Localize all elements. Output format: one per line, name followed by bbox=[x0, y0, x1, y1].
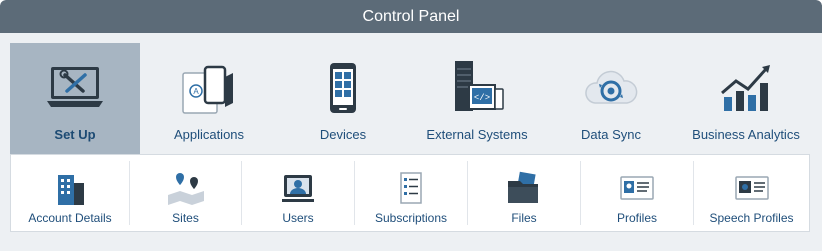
category-label: Business Analytics bbox=[692, 127, 800, 142]
subitem-label: Profiles bbox=[616, 211, 657, 225]
subitem-sites[interactable]: Sites bbox=[130, 155, 241, 231]
subitem-users[interactable]: Users bbox=[242, 155, 354, 231]
subitem-account-details[interactable]: Account Details bbox=[11, 155, 129, 231]
category-label: Data Sync bbox=[581, 127, 641, 142]
subitem-label: Files bbox=[511, 211, 537, 225]
subitem-files[interactable]: Files bbox=[468, 155, 580, 231]
subitem-label: Speech Profiles bbox=[709, 211, 794, 225]
checklist-icon bbox=[391, 171, 431, 205]
subitem-profiles[interactable]: Profiles bbox=[581, 155, 693, 231]
category-label: Set Up bbox=[54, 127, 96, 142]
subitem-label: Users bbox=[282, 211, 314, 225]
profile-card-icon bbox=[617, 171, 657, 205]
control-panel: Control Panel Set Up A Applications Devi… bbox=[0, 0, 822, 251]
category-business-analytics[interactable]: Business Analytics bbox=[676, 43, 816, 154]
subitem-label: Subscriptions bbox=[374, 211, 448, 225]
user-monitor-icon bbox=[278, 171, 318, 205]
svg-text:</>: </> bbox=[474, 93, 490, 103]
category-devices[interactable]: Devices bbox=[278, 43, 408, 154]
subitem-label: Account Details bbox=[28, 211, 112, 225]
map-pins-icon bbox=[166, 171, 206, 205]
category-applications[interactable]: A Applications bbox=[140, 43, 278, 154]
subitem-label: Sites bbox=[172, 211, 199, 225]
category-data-sync[interactable]: Data Sync bbox=[546, 43, 676, 154]
svg-text:A: A bbox=[193, 87, 199, 96]
cloud-sync-icon bbox=[581, 61, 641, 117]
category-label: Devices bbox=[319, 127, 367, 142]
category-set-up[interactable]: Set Up bbox=[10, 43, 140, 154]
building-icon bbox=[50, 171, 90, 205]
folder-icon bbox=[504, 171, 544, 205]
speech-profile-card-icon bbox=[732, 171, 772, 205]
bar-chart-trend-icon bbox=[716, 61, 776, 117]
category-label: External Systems bbox=[426, 127, 528, 142]
category-external-systems[interactable]: </> External Systems bbox=[408, 43, 546, 154]
smartphone-icon bbox=[313, 61, 373, 117]
laptop-tools-icon bbox=[45, 61, 105, 117]
category-label: Applications bbox=[173, 127, 245, 142]
subitem-speech-profiles[interactable]: Speech Profiles bbox=[694, 155, 809, 231]
server-code-icon: </> bbox=[447, 61, 507, 117]
subitem-subscriptions[interactable]: Subscriptions bbox=[355, 155, 467, 231]
setup-subitems-strip: Account Details Sites Users Subscription… bbox=[10, 154, 810, 232]
panel-title: Control Panel bbox=[0, 0, 822, 33]
tablet-phone-icon: A bbox=[179, 61, 239, 117]
